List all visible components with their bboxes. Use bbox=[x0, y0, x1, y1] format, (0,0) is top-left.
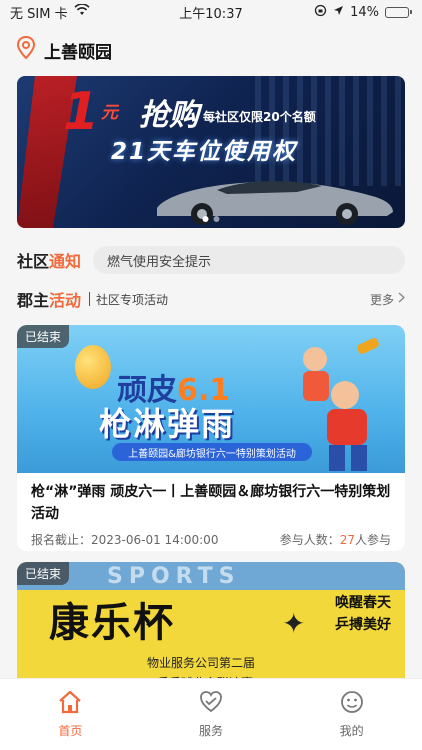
section-title-plain: 郡主 bbox=[17, 291, 50, 310]
chevron-right-icon bbox=[398, 292, 406, 306]
service-icon bbox=[198, 689, 224, 718]
poster-strip: 上善颐园&廊坊银行六一特别策划活动 bbox=[112, 443, 312, 461]
participants-count: 27 bbox=[339, 533, 355, 547]
balloon-illustration bbox=[75, 345, 111, 389]
banner-tag: 每社区仅限20个名额 bbox=[203, 110, 316, 124]
battery-icon bbox=[385, 6, 412, 18]
wifi-icon bbox=[73, 3, 90, 20]
sports-car-image bbox=[157, 181, 393, 225]
status-badge: 已结束 bbox=[17, 562, 70, 585]
tab-profile[interactable]: 我的 bbox=[281, 679, 422, 750]
banner-number: 1 bbox=[63, 82, 100, 142]
carrier-label: 无 SIM 卡 bbox=[10, 6, 68, 22]
tab-home[interactable]: 首页 bbox=[0, 679, 141, 750]
activity-section-header: 郡主活动 社区专项活动 更多 bbox=[17, 287, 406, 311]
tab-home-label: 首页 bbox=[58, 724, 83, 738]
poster-title: 康乐杯 bbox=[49, 600, 175, 646]
activity-meta: 报名截止：2023-06-01 14:00:00 参与人数：27人参与 bbox=[17, 525, 405, 548]
poster-title-line2: 枪淋弹雨 bbox=[99, 405, 236, 443]
more-link[interactable]: 更多 bbox=[369, 291, 406, 308]
activity-deadline: 报名截止：2023-06-01 14:00:00 bbox=[31, 533, 219, 547]
notice-label: 社区通知 bbox=[17, 248, 81, 272]
activity-participants: 参与人数：27人参与 bbox=[280, 531, 391, 548]
bottom-tab-bar: 首页 服务 我的 bbox=[0, 678, 422, 750]
rotation-lock-icon bbox=[314, 4, 327, 21]
section-title-accent: 活动 bbox=[49, 291, 82, 310]
tab-service-label: 服务 bbox=[199, 724, 224, 738]
home-icon bbox=[57, 689, 83, 718]
poster-slogan: 唤醒春天 乒搏美好 bbox=[335, 592, 391, 636]
promo-banner[interactable]: 1 元 抢购 每社区仅限20个名额 21天车位使用权 bbox=[17, 76, 405, 228]
carousel-indicator bbox=[202, 216, 220, 222]
battery-percent: 14% bbox=[350, 4, 379, 20]
location-selector[interactable]: 上善颐园 bbox=[16, 35, 112, 64]
activity-poster: 已结束 顽皮6.1 枪淋弹雨 上善颐园&廊坊银行六一特别策划活动 bbox=[17, 325, 405, 473]
community-notice: 社区通知 燃气使用安全提示 bbox=[17, 246, 405, 274]
section-title: 郡主活动 bbox=[17, 287, 81, 311]
carousel-dot[interactable] bbox=[213, 216, 220, 222]
poster-subtitle-1: 物业服务公司第二届 bbox=[147, 656, 256, 670]
poster-slogan-line1: 唤醒春天 bbox=[335, 595, 391, 611]
profile-icon bbox=[339, 689, 365, 718]
notice-item[interactable]: 燃气使用安全提示 bbox=[93, 246, 405, 274]
poster-slogan-line2: 乒搏美好 bbox=[335, 617, 391, 633]
tab-service[interactable]: 服务 bbox=[141, 679, 282, 750]
status-badge: 已结束 bbox=[17, 325, 70, 348]
participants-label: 参与人数： bbox=[279, 533, 340, 547]
activity-card[interactable]: 已结束 顽皮6.1 枪淋弹雨 上善颐园&廊坊银行六一特别策划活动 枪“淋”弹雨 … bbox=[17, 325, 405, 551]
section-subtitle: 社区专项活动 bbox=[96, 292, 169, 307]
tab-profile-label: 我的 bbox=[339, 724, 364, 738]
status-bar: 无 SIM 卡 上午10:37 14% bbox=[0, 0, 422, 24]
activity-title: 枪“淋”弹雨 顽皮六一丨上善颐园＆廊坊银行六一特别策划活动 bbox=[31, 484, 391, 522]
banner-headline: 抢购 bbox=[139, 98, 199, 133]
notice-label-plain: 社区 bbox=[17, 252, 50, 271]
banner-headline-small: 元 bbox=[101, 103, 118, 123]
notice-label-accent: 通知 bbox=[49, 252, 82, 271]
banner-subline: 21天车位使用权 bbox=[111, 139, 298, 165]
poster-banner-text: SPORTS bbox=[107, 564, 241, 589]
child-illustration bbox=[303, 338, 379, 471]
location-title: 上善颐园 bbox=[44, 42, 112, 63]
more-label: 更多 bbox=[369, 292, 394, 307]
participants-suffix: 人参与 bbox=[354, 533, 391, 547]
section-divider bbox=[89, 292, 91, 306]
carousel-dot[interactable] bbox=[202, 216, 209, 222]
sparkle-icon: ✦ bbox=[282, 607, 306, 640]
location-arrow-icon bbox=[333, 5, 344, 20]
location-pin-icon bbox=[16, 35, 36, 64]
